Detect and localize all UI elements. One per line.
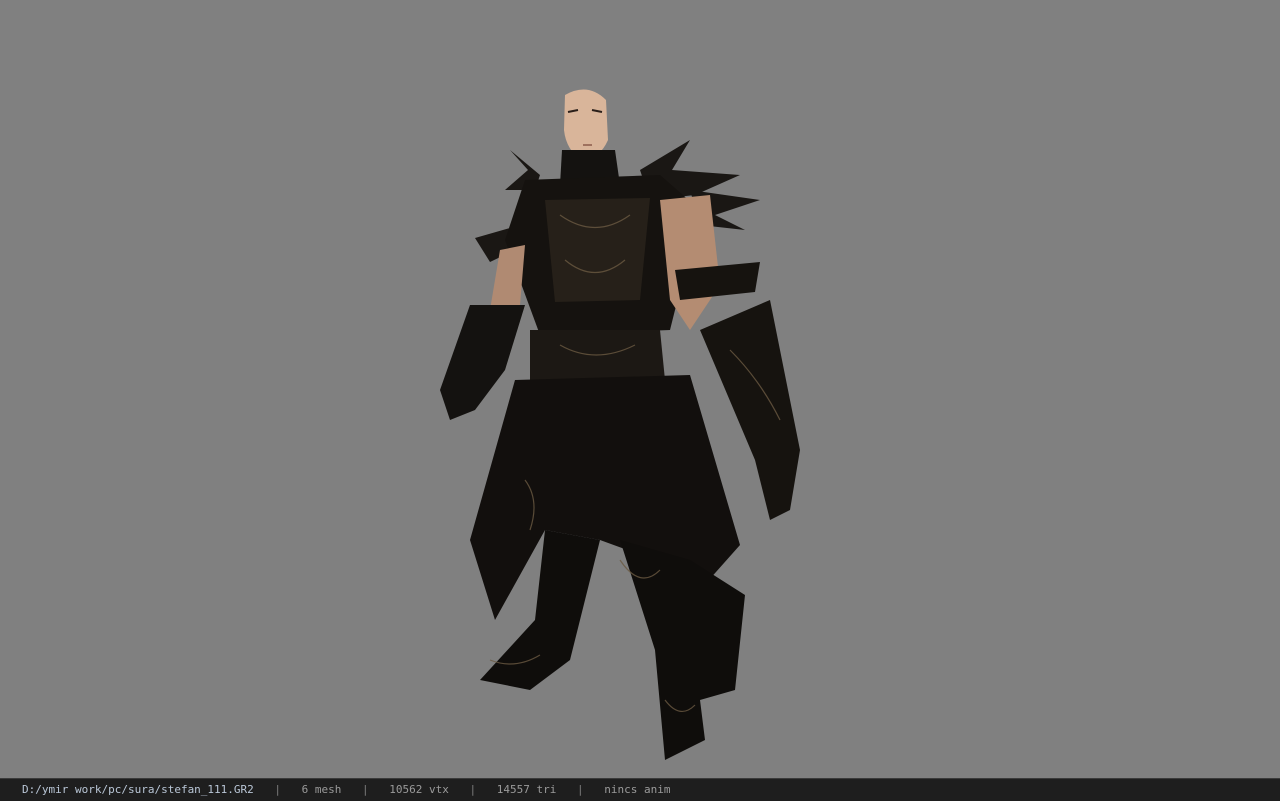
status-bar: D:/ymir work/pc/sura/stefan_111.GR2 | 6 … bbox=[0, 778, 1280, 801]
file-path: D:/ymir work/pc/sura/stefan_111.GR2 bbox=[22, 783, 254, 796]
separator: | bbox=[577, 783, 584, 796]
mesh-count: 6 mesh bbox=[301, 783, 342, 796]
separator: | bbox=[274, 783, 282, 796]
separator: | bbox=[362, 783, 369, 796]
3d-viewport[interactable] bbox=[0, 0, 1280, 778]
chest-pattern bbox=[545, 198, 650, 302]
right-leg bbox=[620, 540, 745, 760]
vertex-count: 10562 vtx bbox=[389, 783, 449, 796]
character-model bbox=[440, 89, 800, 760]
triangle-count: 14557 tri bbox=[496, 783, 557, 796]
separator: | bbox=[469, 783, 477, 796]
animation-status: nincs anim bbox=[604, 783, 671, 796]
